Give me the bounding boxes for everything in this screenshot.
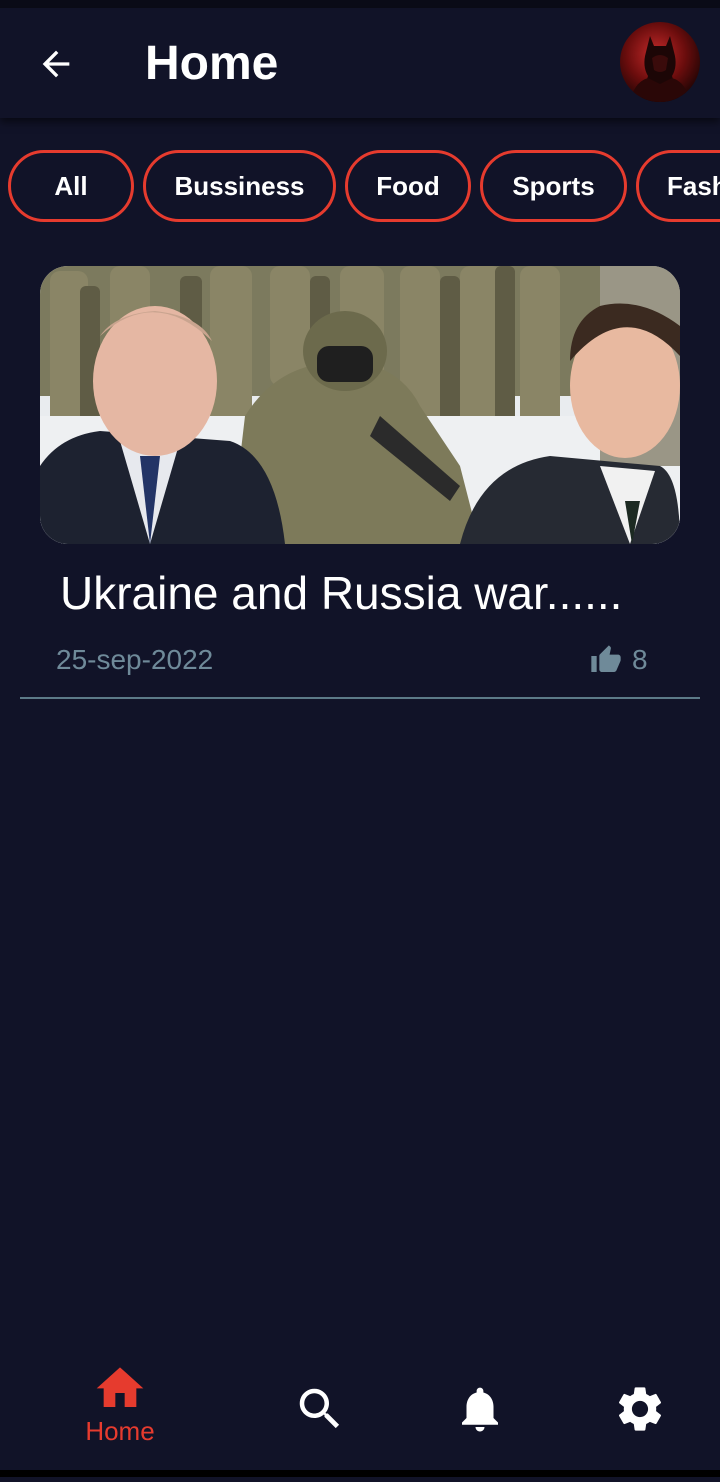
search-icon xyxy=(299,1388,340,1429)
bottom-nav: Home xyxy=(0,1360,720,1470)
chip-bussiness[interactable]: Bussiness xyxy=(143,150,336,222)
gear-icon xyxy=(618,1387,662,1431)
like-count: 8 xyxy=(632,644,648,675)
avatar[interactable] xyxy=(620,22,700,102)
page-title: Home xyxy=(145,37,279,90)
chip-fashion[interactable]: Fashion xyxy=(636,150,720,222)
chip-food[interactable]: Food xyxy=(345,150,471,222)
chip-all[interactable]: All xyxy=(8,150,134,222)
avatar-image xyxy=(630,36,690,102)
category-chips: All Bussiness Food Sports Fashion xyxy=(0,148,720,228)
chip-label: Sports xyxy=(512,170,595,201)
status-strip xyxy=(0,0,720,8)
chip-sports[interactable]: Sports xyxy=(480,150,627,222)
home-icon xyxy=(96,1367,144,1407)
nav-home[interactable]: Home xyxy=(70,1360,170,1460)
divider xyxy=(20,697,700,699)
chip-label: Bussiness xyxy=(174,170,305,201)
news-date: 25-sep-2022 xyxy=(56,644,214,675)
back-button[interactable] xyxy=(30,38,82,90)
nav-notifications[interactable] xyxy=(452,1382,508,1482)
nav-search[interactable] xyxy=(290,1382,350,1482)
system-nav-strip xyxy=(0,1470,720,1477)
news-photo xyxy=(40,266,680,544)
thumbs-up-icon xyxy=(591,645,621,672)
nav-settings[interactable] xyxy=(612,1382,668,1482)
chip-label: Fashion xyxy=(667,170,720,201)
arrow-left-icon xyxy=(42,50,70,78)
app-bar: Home xyxy=(0,8,720,118)
nav-home-label: Home xyxy=(85,1416,155,1446)
news-image[interactable] xyxy=(40,266,680,544)
bell-icon xyxy=(462,1387,498,1432)
chip-label: All xyxy=(54,170,88,201)
like-button[interactable]: 8 xyxy=(590,641,648,679)
chip-label: Food xyxy=(376,170,440,201)
news-title[interactable]: Ukraine and Russia war...... xyxy=(60,565,680,621)
